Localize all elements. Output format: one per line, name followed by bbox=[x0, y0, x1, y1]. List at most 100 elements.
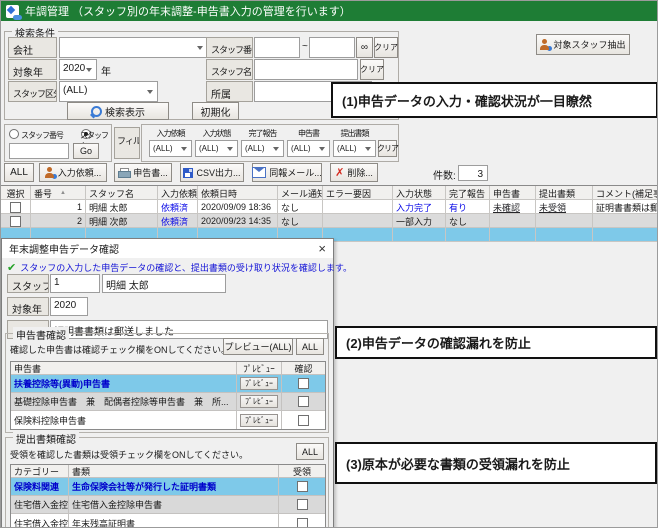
filter-select-request[interactable]: (ALL) bbox=[149, 140, 192, 157]
form-confirm-checkbox-3[interactable] bbox=[298, 415, 309, 426]
window-title: 年調管理 （スタッフ別の年末調整-申告書入力の管理を行います） bbox=[25, 3, 351, 19]
col-input-state[interactable]: 入力状態 bbox=[393, 186, 446, 199]
staff-no-from-input[interactable] bbox=[254, 37, 300, 58]
table-row-1[interactable]: 1 明細 太郎 依頼済 2020/09/09 18:36 なし 入力完了 有り … bbox=[1, 200, 658, 214]
row2-select-checkbox[interactable] bbox=[10, 216, 21, 227]
filter-clear-button[interactable]: クリア bbox=[378, 140, 397, 157]
form-confirm-instruction: 確認した申告書は確認チェック欄をONしてください。 bbox=[10, 343, 230, 356]
form-row-3[interactable]: 保険料控除申告書 ﾌﾟﾚﾋﾞｭｰ bbox=[11, 411, 325, 429]
row1-docs[interactable]: 未受領 bbox=[536, 200, 593, 213]
col-error[interactable]: エラー要因 bbox=[323, 186, 393, 199]
table-header-row: 選択 番号▲ スタッフ名 入力依頼 依頼日時 メール通知 エラー要因 入力状態 … bbox=[1, 186, 658, 200]
count-value: 3 bbox=[458, 165, 488, 181]
row1-mail: なし bbox=[278, 200, 323, 213]
form-confirm-checkbox-2[interactable] bbox=[298, 396, 309, 407]
col-report[interactable]: 完了報告 bbox=[446, 186, 490, 199]
row2-state: 一部入力 bbox=[393, 214, 446, 227]
reset-button[interactable]: 初期化 bbox=[192, 102, 239, 120]
csv-export-button[interactable]: CSV出力... bbox=[180, 163, 244, 182]
delete-button[interactable]: ✗ 削除... bbox=[330, 163, 378, 182]
staff-no-label: スタッフ番号 bbox=[206, 37, 253, 58]
col-mail-notice[interactable]: メール通知 bbox=[278, 186, 323, 199]
col-request-datetime[interactable]: 依頼日時 bbox=[198, 186, 278, 199]
filter-select-state[interactable]: (ALL) bbox=[195, 140, 238, 157]
row1-select-checkbox[interactable] bbox=[10, 202, 21, 213]
person-icon bbox=[45, 167, 55, 178]
col-no[interactable]: 番号▲ bbox=[31, 186, 86, 199]
target-year-select[interactable]: 2020 bbox=[59, 59, 97, 80]
row1-no: 1 bbox=[31, 200, 86, 213]
confirm-dialog: 年末調整申告データ確認 × ✔ スタッフの入力した申告データの確認と、提出書類の… bbox=[1, 238, 334, 528]
row2-error bbox=[323, 214, 393, 227]
col-docs[interactable]: 提出書類 bbox=[536, 186, 593, 199]
search-button[interactable]: 検索表示 bbox=[67, 102, 169, 120]
staff-no-to-input[interactable] bbox=[309, 37, 355, 58]
preview-all-button[interactable]: プレビュー(ALL) bbox=[223, 338, 293, 355]
docs-table-header: カテゴリー 書類 受領 bbox=[11, 465, 325, 478]
row2-name: 明細 次郎 bbox=[86, 214, 158, 227]
col-staff-name[interactable]: スタッフ名 bbox=[86, 186, 158, 199]
go-button[interactable]: Go bbox=[73, 143, 99, 159]
row2-mail: なし bbox=[278, 214, 323, 227]
staff-table: 選択 番号▲ スタッフ名 入力依頼 依頼日時 メール通知 エラー要因 入力状態 … bbox=[1, 185, 658, 242]
form-row-2[interactable]: 基礎控除申告書 兼 配偶者控除等申告書 兼 所... ﾌﾟﾚﾋﾞｭｰ bbox=[11, 393, 325, 411]
close-icon[interactable]: × bbox=[318, 242, 326, 255]
col-form[interactable]: 申告書 bbox=[490, 186, 536, 199]
envelope-icon bbox=[252, 167, 266, 178]
preview-button[interactable]: ﾌﾟﾚﾋﾞｭｰ bbox=[240, 414, 278, 427]
filter-header-state: 入力状態 bbox=[195, 128, 238, 139]
range-infinity-button[interactable]: ∞ bbox=[356, 37, 373, 58]
row2-docs bbox=[536, 214, 593, 227]
form-print-button[interactable]: 申告書... bbox=[114, 163, 172, 182]
filter-select-docs[interactable]: (ALL) bbox=[333, 140, 376, 157]
form-row-1[interactable]: 扶養控除等(異動)申告書 ﾌﾟﾚﾋﾞｭｰ bbox=[11, 375, 325, 393]
filter-select-form[interactable]: (ALL) bbox=[287, 140, 330, 157]
callout-1: (1)申告データの入力・確認状況が一目瞭然 bbox=[331, 82, 658, 118]
col-preview: ﾌﾟﾚﾋﾞｭｰ bbox=[237, 362, 282, 374]
year-suffix: 年 bbox=[101, 63, 111, 78]
docs-row-1[interactable]: 保険料関連 生命保険会社等が発行した証明書類 bbox=[11, 478, 325, 496]
table-row-2[interactable]: 2 明細 次郎 依頼済 2020/09/23 14:35 なし 一部入力 なし bbox=[1, 214, 658, 228]
row2-request: 依頼済 bbox=[158, 214, 198, 227]
form-confirm-checkbox-1[interactable] bbox=[298, 378, 309, 389]
form-table: 申告書 ﾌﾟﾚﾋﾞｭｰ 確認 扶養控除等(異動)申告書 ﾌﾟﾚﾋﾞｭｰ 基礎控除… bbox=[10, 361, 326, 430]
filter-select-report[interactable]: (ALL) bbox=[241, 140, 284, 157]
staff-no-clear-button[interactable]: クリア bbox=[374, 37, 398, 58]
input-request-button[interactable]: 入力依頼... bbox=[39, 163, 107, 182]
select-all-button[interactable]: ALL bbox=[4, 163, 34, 182]
docs-row-2[interactable]: 住宅借入金控除 住宅借入金控除申告書 bbox=[11, 496, 325, 514]
range-tilde: ~ bbox=[302, 41, 308, 52]
preview-button[interactable]: ﾌﾟﾚﾋﾞｭｰ bbox=[240, 377, 278, 390]
row1-error bbox=[323, 200, 393, 213]
row2-comment bbox=[593, 214, 658, 227]
docs-all-button[interactable]: ALL bbox=[296, 443, 324, 460]
row2-form bbox=[490, 214, 536, 227]
row1-state: 入力完了 bbox=[393, 200, 446, 213]
staff-class-select[interactable]: (ALL) bbox=[59, 81, 158, 102]
row1-request: 依頼済 bbox=[158, 200, 198, 213]
preview-button[interactable]: ﾌﾟﾚﾋﾞｭｰ bbox=[240, 395, 278, 408]
company-select[interactable] bbox=[59, 37, 208, 58]
check-icon: ✔ bbox=[7, 261, 16, 274]
staff-class-label: スタッフ区分 bbox=[8, 81, 57, 102]
col-comment[interactable]: コメント(補足事項) bbox=[593, 186, 658, 199]
docs-receive-checkbox-3[interactable] bbox=[297, 518, 308, 528]
col-receive: 受領 bbox=[279, 465, 325, 477]
docs-receive-checkbox-1[interactable] bbox=[297, 481, 308, 492]
form-all-button[interactable]: ALL bbox=[296, 338, 324, 355]
row1-form[interactable]: 未確認 bbox=[490, 200, 536, 213]
radio-staff-no[interactable] bbox=[9, 129, 19, 139]
col-request[interactable]: 入力依頼 bbox=[158, 186, 198, 199]
row1-name: 明細 太郎 bbox=[86, 200, 158, 213]
dlg-staff-name: 明細 太郎 bbox=[102, 274, 226, 293]
delete-x-icon: ✗ bbox=[335, 166, 344, 179]
quickfind-input[interactable] bbox=[9, 143, 69, 159]
floppy-disk-icon bbox=[183, 168, 193, 178]
docs-row-3[interactable]: 住宅借入金控除 年末残高証明書 bbox=[11, 514, 325, 528]
extract-staff-button[interactable]: 対象スタッフ抽出 bbox=[536, 34, 630, 55]
dlg-year-label: 対象年 bbox=[7, 297, 49, 316]
broadcast-mail-button[interactable]: 同報メール... bbox=[252, 163, 322, 182]
staff-name-input[interactable] bbox=[254, 59, 358, 80]
docs-receive-checkbox-2[interactable] bbox=[297, 499, 308, 510]
staff-name-clear-button[interactable]: クリア bbox=[360, 59, 384, 80]
